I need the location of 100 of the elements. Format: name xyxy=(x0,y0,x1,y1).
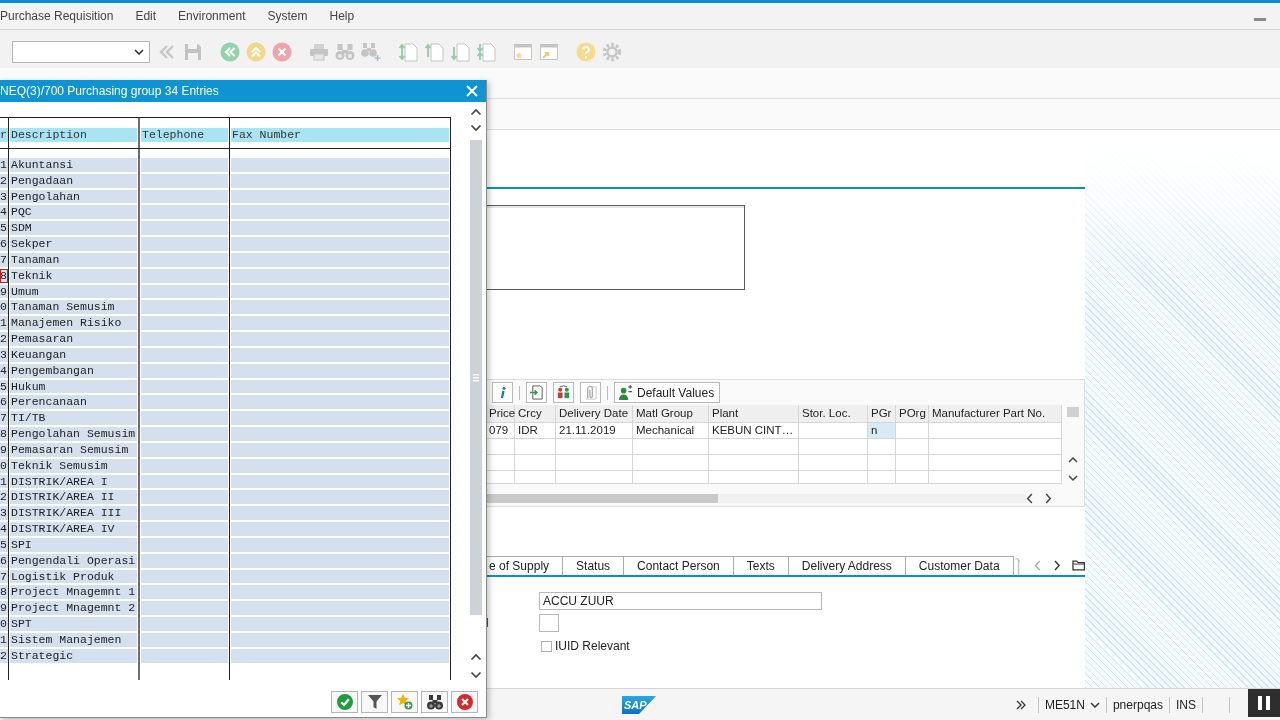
table-cell[interactable] xyxy=(231,553,449,568)
table-cell[interactable] xyxy=(141,553,228,568)
table-cell[interactable] xyxy=(515,455,556,471)
last-page-icon[interactable] xyxy=(476,42,496,62)
table-cell[interactable]: 2 xyxy=(0,332,8,346)
table-cell[interactable]: Akuntansi xyxy=(10,158,137,172)
checkbox-label[interactable]: IUID Relevant xyxy=(555,639,630,653)
table-cell[interactable] xyxy=(141,442,228,457)
table-cell[interactable]: 2 xyxy=(0,173,8,188)
table-cell[interactable] xyxy=(141,158,228,172)
column-header[interactable]: Description xyxy=(10,128,137,142)
table-cell[interactable] xyxy=(231,173,449,188)
table-cell[interactable] xyxy=(231,189,449,204)
table-cell[interactable] xyxy=(231,506,449,521)
menu-item[interactable]: Edit xyxy=(135,9,157,23)
table-cell[interactable]: Pengolahan Semusim xyxy=(10,427,137,441)
table-cell[interactable] xyxy=(141,252,228,267)
table-cell[interactable] xyxy=(868,455,896,471)
minimize-icon[interactable] xyxy=(1254,17,1266,21)
table-cell[interactable] xyxy=(231,569,449,584)
caret-icon[interactable] xyxy=(1089,701,1100,708)
table-cell[interactable] xyxy=(231,632,449,647)
table-cell[interactable] xyxy=(929,423,1062,439)
table-cell[interactable]: 4 xyxy=(0,363,8,378)
table-cell[interactable]: 079 xyxy=(486,423,515,439)
table-cell[interactable] xyxy=(231,158,449,172)
table-cell[interactable]: PQC xyxy=(10,205,137,220)
table-cell[interactable]: Pengolahan xyxy=(10,189,137,204)
table-cell[interactable] xyxy=(141,411,228,426)
table-cell[interactable]: 7 xyxy=(0,569,8,584)
next-page-icon[interactable] xyxy=(450,42,470,62)
column-header[interactable]: Delivery Date xyxy=(556,405,633,423)
first-page-icon[interactable] xyxy=(398,42,418,62)
default-values-button[interactable]: Default Values xyxy=(614,382,721,403)
table-cell[interactable] xyxy=(141,189,228,204)
table-cell[interactable] xyxy=(141,173,228,188)
table-cell[interactable] xyxy=(868,439,896,455)
column-header[interactable]: POrg xyxy=(896,405,929,423)
back-icon[interactable] xyxy=(220,42,240,62)
table-cell[interactable] xyxy=(141,332,228,346)
table-cell[interactable]: Pengembangan xyxy=(10,363,137,378)
table-cell[interactable]: 9 xyxy=(0,601,8,615)
tab[interactable]: Customer Data xyxy=(904,556,1014,575)
table-cell[interactable] xyxy=(709,455,799,471)
table-cell[interactable] xyxy=(231,221,449,236)
table-cell[interactable] xyxy=(231,585,449,600)
table-cell[interactable] xyxy=(868,471,896,484)
table-cell[interactable]: 6 xyxy=(0,395,8,410)
column-header[interactable]: Matl Group xyxy=(633,405,709,423)
previous-page-icon[interactable] xyxy=(424,42,444,62)
table-cell[interactable]: TI/TB xyxy=(10,411,137,426)
chevron-down-icon[interactable] xyxy=(470,123,482,133)
table-cell[interactable] xyxy=(231,205,449,220)
table-cell[interactable] xyxy=(141,474,228,489)
shortcut-window-icon[interactable] xyxy=(539,42,559,62)
table-cell[interactable] xyxy=(231,522,449,536)
table-cell[interactable] xyxy=(896,471,929,484)
table-cell[interactable]: Project Mnagemnt 2 xyxy=(10,601,137,615)
search-next-icon[interactable] xyxy=(361,42,381,62)
table-cell[interactable] xyxy=(141,569,228,584)
table-cell[interactable] xyxy=(141,522,228,536)
cancel-button[interactable] xyxy=(451,691,478,713)
table-cell[interactable]: Keuangan xyxy=(10,347,137,362)
horizontal-scrollbar[interactable] xyxy=(486,493,1026,503)
table-cell[interactable] xyxy=(141,648,228,663)
table-cell[interactable] xyxy=(141,205,228,220)
table-cell[interactable]: 2 xyxy=(0,490,8,505)
column-header[interactable]: PGr xyxy=(868,405,896,423)
status-button[interactable] xyxy=(553,382,574,403)
table-cell[interactable] xyxy=(231,537,449,552)
chevron-left-icon[interactable] xyxy=(1026,492,1034,504)
chevron-right-icon[interactable] xyxy=(1044,492,1052,504)
save-icon[interactable] xyxy=(183,42,203,62)
double-up-chevron-icon[interactable] xyxy=(246,42,266,62)
table-cell[interactable]: 9 xyxy=(0,284,8,299)
table-cell[interactable]: SDM xyxy=(10,221,137,236)
table-cell[interactable]: 3 xyxy=(0,347,8,362)
table-cell[interactable] xyxy=(231,284,449,299)
search-icon[interactable] xyxy=(335,42,355,62)
command-field[interactable] xyxy=(12,41,150,63)
table-cell[interactable]: 5 xyxy=(0,379,8,394)
table-cell[interactable]: Project Mnagemnt 1 xyxy=(10,585,137,600)
table-cell[interactable] xyxy=(231,617,449,631)
table-cell[interactable] xyxy=(709,471,799,484)
table-cell[interactable]: Pengadaan xyxy=(10,173,137,188)
table-cell[interactable] xyxy=(231,379,449,394)
table-cell[interactable] xyxy=(709,439,799,455)
table-cell[interactable] xyxy=(141,237,228,251)
details-button[interactable] xyxy=(526,382,547,403)
table-cell[interactable] xyxy=(141,632,228,647)
search-button[interactable] xyxy=(421,691,448,713)
table-cell[interactable]: 8 xyxy=(0,268,8,283)
table-cell[interactable]: SPT xyxy=(10,617,137,631)
table-cell[interactable] xyxy=(515,439,556,455)
table-cell[interactable]: 6 xyxy=(0,237,8,251)
table-cell[interactable] xyxy=(141,537,228,552)
table-cell[interactable] xyxy=(799,455,868,471)
column-header[interactable]: Stor. Loc. xyxy=(799,405,868,423)
table-cell[interactable] xyxy=(799,439,868,455)
table-cell[interactable] xyxy=(141,284,228,299)
